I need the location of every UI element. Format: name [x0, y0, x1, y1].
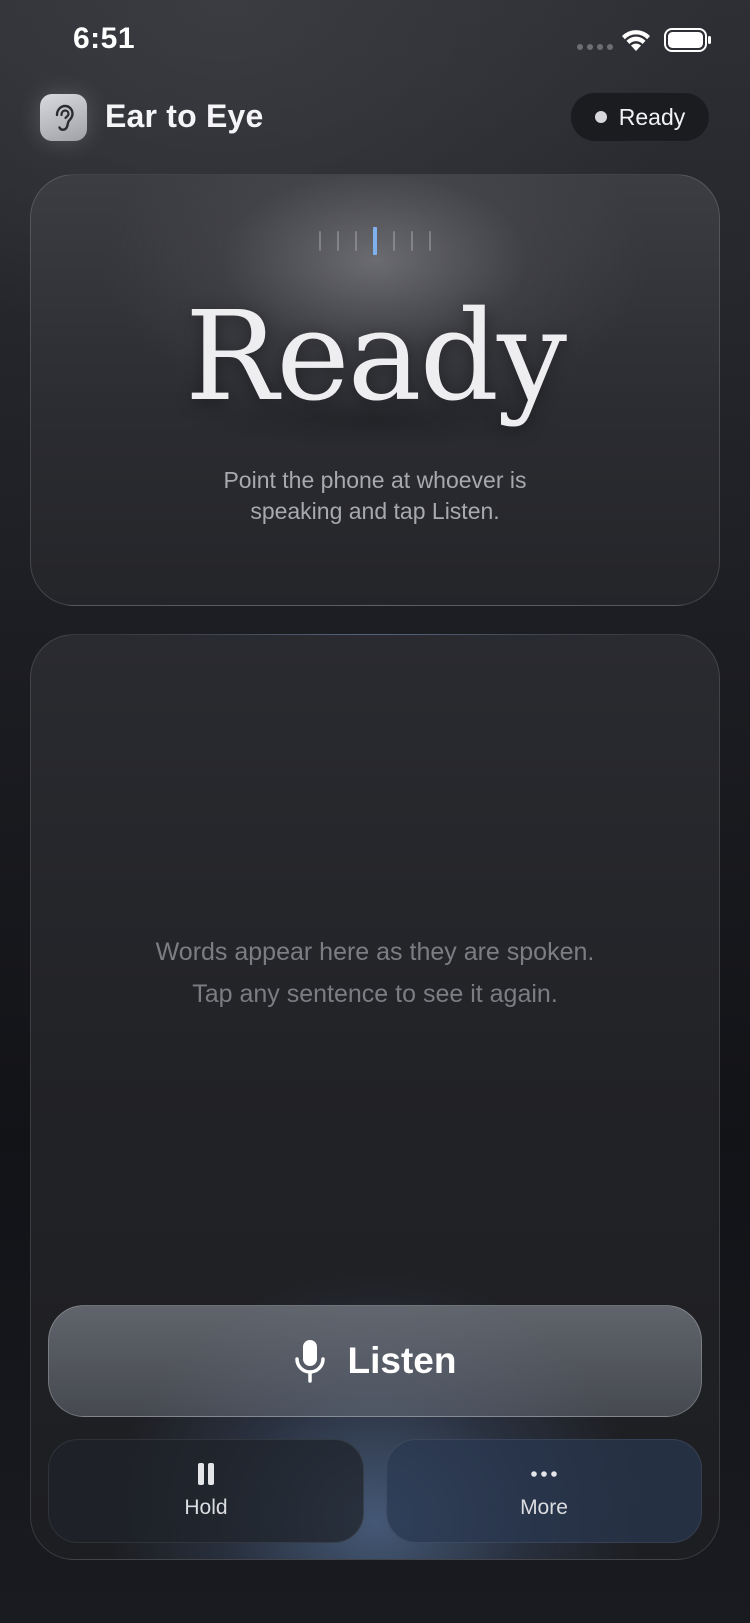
level-bar	[393, 231, 395, 251]
wifi-icon	[622, 30, 650, 51]
level-bar	[411, 231, 413, 251]
battery-icon	[664, 28, 711, 52]
ear-icon	[55, 104, 74, 131]
status-dot-icon	[594, 111, 607, 123]
status-time: 6:51	[73, 22, 136, 55]
transcript-empty-state: Words appear here as they are spoken. Ta…	[31, 931, 719, 1015]
ready-subtitle: Point the phone at whoever is speaking a…	[31, 465, 719, 527]
pause-icon	[198, 1463, 214, 1485]
status-badge[interactable]: Ready	[570, 92, 710, 142]
hold-button[interactable]: Hold	[48, 1439, 364, 1543]
app-header: Ear to Eye Ready	[40, 92, 710, 146]
level-bar	[355, 231, 357, 251]
transcript-panel[interactable]: Words appear here as they are spoken. Ta…	[30, 634, 720, 1560]
ready-card: Ready Point the phone at whoever is spea…	[30, 174, 720, 606]
app-logo	[40, 94, 87, 141]
audio-level-meter	[319, 227, 431, 255]
level-bar	[319, 231, 321, 251]
ready-headline: Ready	[184, 285, 567, 429]
listen-button[interactable]: Listen	[48, 1305, 702, 1417]
status-bar: 6:51	[0, 0, 750, 84]
more-button-label: More	[520, 1496, 568, 1519]
empty-state-line: Words appear here as they are spoken.	[155, 938, 595, 966]
ready-subtitle-line: Point the phone at whoever is	[223, 467, 527, 493]
more-button[interactable]: More	[386, 1439, 702, 1543]
level-bar	[429, 231, 431, 251]
ellipsis-icon	[531, 1471, 557, 1477]
hold-button-label: Hold	[184, 1496, 228, 1519]
cellular-signal-icon	[577, 44, 613, 50]
ready-subtitle-line: speaking and tap Listen.	[250, 498, 500, 524]
level-bar	[337, 231, 339, 251]
level-bar-active	[373, 227, 377, 255]
app-title: Ear to Eye	[105, 98, 264, 134]
status-badge-label: Ready	[618, 103, 686, 130]
listen-button-label: Listen	[347, 1340, 457, 1381]
microphone-icon	[294, 1340, 325, 1383]
empty-state-line: Tap any sentence to see it again.	[192, 980, 558, 1008]
